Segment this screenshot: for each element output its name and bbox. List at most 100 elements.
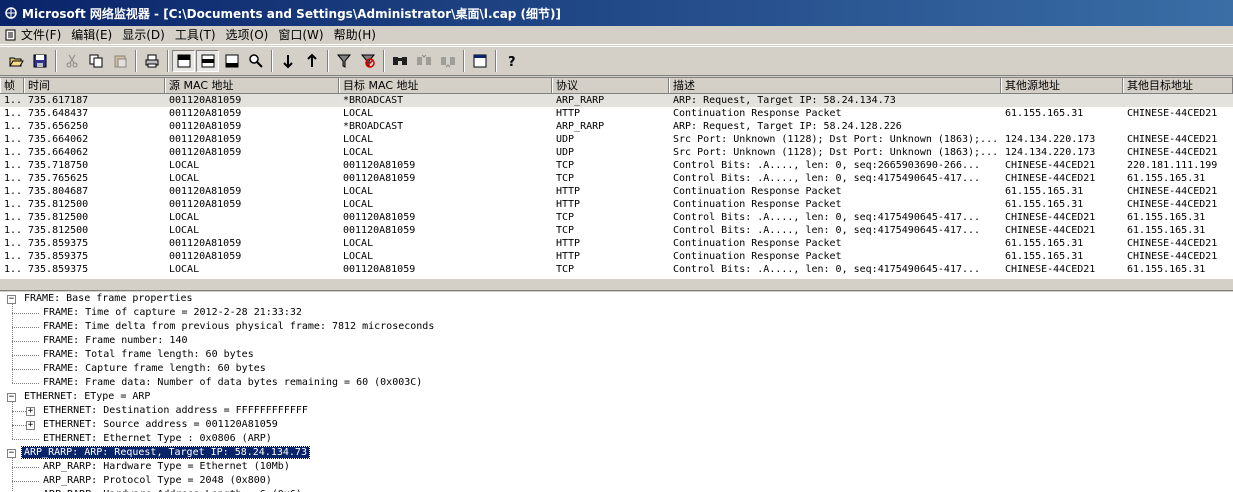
table-row[interactable]: 1.. 735.812500 LOCAL 001120A81059 TCP Control… <box>0 211 1233 224</box>
window-button[interactable] <box>468 50 491 72</box>
table-row[interactable]: 1.. 735.859375 001120A81059 LOCAL HTTP Contin… <box>0 237 1233 250</box>
tree-connector <box>12 411 26 412</box>
menu-item-6[interactable]: 帮助(H) <box>330 27 382 44</box>
menu-item-0[interactable]: 文件(F) <box>2 27 67 44</box>
frame-summary-grid: 帧时间源 MAC 地址 目标 MAC 地址 协议 描述 其他源地址 其他目标地址 1.. 7… <box>0 77 1233 279</box>
collapse-icon[interactable]: − <box>7 393 16 402</box>
tree-connector <box>12 369 39 370</box>
table-cell: 735.617187 <box>28 95 89 106</box>
column-header-5[interactable]: 描述 <box>669 78 1001 93</box>
table-cell: Src Port: Unknown (1128); Dst Port: Unkn… <box>673 147 999 158</box>
help-button[interactable]: ? <box>500 50 523 72</box>
table-row[interactable]: 1.. 735.617187 001120A81059 *BROADCAST ARP_R… <box>0 94 1233 107</box>
table-row[interactable]: 1.. 735.804687 001120A81059 LOCAL HTTP Contin… <box>0 185 1233 198</box>
tree-node[interactable]: FRAME: Time of capture = 2012-2-28 21:33… <box>41 306 304 320</box>
table-cell: 735.656250 <box>28 121 89 132</box>
prev-frame-button[interactable] <box>276 50 299 72</box>
table-cell <box>1001 120 1123 133</box>
menu-item-label: 帮助(H) <box>333 27 376 42</box>
table-cell: TCP <box>556 160 575 171</box>
filter-button[interactable] <box>332 50 355 72</box>
table-row[interactable]: 1.. 735.718750 LOCAL 001120A81059 TCP Control… <box>0 159 1233 172</box>
detail-pane-button[interactable] <box>196 50 219 72</box>
zoom-button[interactable] <box>244 50 267 72</box>
tree-node[interactable]: FRAME: Frame data: Number of data bytes … <box>41 376 424 390</box>
table-row[interactable]: 1.. 735.859375 001120A81059 LOCAL HTTP Contin… <box>0 250 1233 263</box>
table-cell: LOCAL <box>343 199 374 210</box>
table-row[interactable]: 1.. 735.664062 001120A81059 LOCAL UDP Src Por… <box>0 146 1233 159</box>
copy-button[interactable] <box>84 50 107 72</box>
menu-item-5[interactable]: 窗口(W) <box>274 27 329 44</box>
tree-node[interactable]: ARP_RARP: Hardware Address Length = 6 (0… <box>41 488 304 492</box>
print-button[interactable] <box>140 50 163 72</box>
menu-item-4[interactable]: 选项(O) <box>222 27 275 44</box>
tree-node[interactable]: ARP_RARP: Protocol Type = 2048 (0x800) <box>41 474 274 488</box>
column-header-6[interactable]: 其他源地址 <box>1001 78 1123 93</box>
menu-item-2[interactable]: 显示(D) <box>118 27 171 44</box>
column-header-4[interactable]: 协议 <box>552 78 669 93</box>
table-cell: 61.155.165.31 <box>1005 186 1084 197</box>
find-next-button[interactable] <box>436 50 459 72</box>
table-cell: 001120A81059 <box>169 134 242 145</box>
tree-node[interactable]: ETHERNET: Destination address = FFFFFFFF… <box>41 404 310 418</box>
hex-pane-button[interactable] <box>220 50 243 72</box>
next-frame-button[interactable] <box>300 50 323 72</box>
tree-node[interactable]: ETHERNET: Ethernet Type : 0x0806 (ARP) <box>41 432 274 446</box>
collapse-icon[interactable]: − <box>7 295 16 304</box>
svg-text:?: ? <box>508 55 516 69</box>
tree-node[interactable]: FRAME: Time delta from previous physical… <box>41 320 436 334</box>
tree-node-label: FRAME: Total frame length: 60 bytes <box>43 349 254 360</box>
cut-button[interactable] <box>60 50 83 72</box>
menu-item-3[interactable]: 工具(T) <box>171 27 222 44</box>
column-header-7[interactable]: 其他目标地址 <box>1123 78 1233 93</box>
tree-connector <box>12 327 39 328</box>
tree-node[interactable]: ARP_RARP: Hardware Type = Ethernet (10Mb… <box>41 460 292 474</box>
tree-node[interactable]: FRAME: Frame number: 140 <box>41 334 190 348</box>
collapse-icon[interactable]: − <box>7 449 16 458</box>
table-cell: Src Port: Unknown (1128); Dst Port: Unkn… <box>673 134 999 145</box>
tree-connector <box>12 313 39 314</box>
cut-icon <box>66 54 77 68</box>
tree-node-label: FRAME: Base frame properties <box>24 293 193 304</box>
table-cell: 124.134.220.173 <box>1005 147 1096 158</box>
summary-pane-button[interactable] <box>172 50 195 72</box>
save-icon <box>33 54 46 68</box>
open-icon <box>8 57 24 67</box>
column-header-3[interactable]: 目标 MAC 地址 <box>339 78 552 93</box>
table-row[interactable]: 1.. 735.812500 LOCAL 001120A81059 TCP Control… <box>0 224 1233 237</box>
table-cell: *BROADCAST <box>343 121 404 132</box>
tree-node[interactable]: ETHERNET: Source address = 001120A81059 <box>41 418 280 432</box>
tree-node[interactable]: FRAME: Base frame properties <box>22 292 195 306</box>
summary-pane-icon <box>177 54 190 68</box>
table-cell: 1.. <box>4 212 23 223</box>
tree-node[interactable]: FRAME: Capture frame length: 60 bytes <box>41 362 268 376</box>
tree-connector <box>12 341 39 342</box>
column-header-2[interactable]: 源 MAC 地址 <box>165 78 339 93</box>
table-cell: Continuation Response Packet <box>673 186 842 197</box>
tree-connector <box>12 425 26 426</box>
find-prev-button[interactable] <box>412 50 435 72</box>
table-row[interactable]: 1.. 735.656250 001120A81059 *BROADCAST ARP_R… <box>0 120 1233 133</box>
table-cell: Control Bits: .A...., len: 0, seq:266590… <box>673 160 981 171</box>
table-row[interactable]: 1.. 735.859375 LOCAL 001120A81059 TCP Control… <box>0 263 1233 276</box>
table-row[interactable]: 1.. 735.812500 001120A81059 LOCAL HTTP Contin… <box>0 198 1233 211</box>
table-row[interactable]: 1.. 735.648437 001120A81059 LOCAL HTTP Contin… <box>0 107 1233 120</box>
tree-node[interactable]: ARP_RARP: ARP: Request, Target IP: 58.24… <box>21 446 310 460</box>
column-header-1[interactable]: 时间 <box>24 78 165 93</box>
table-row[interactable]: 1.. 735.664062 001120A81059 LOCAL UDP Src Por… <box>0 133 1233 146</box>
save-button[interactable] <box>28 50 51 72</box>
paste-button[interactable] <box>108 50 131 72</box>
filter-off-button[interactable] <box>356 50 379 72</box>
open-button[interactable] <box>4 50 27 72</box>
table-row[interactable]: 1.. 735.765625 LOCAL 001120A81059 TCP Control… <box>0 172 1233 185</box>
expand-icon[interactable]: + <box>26 407 35 416</box>
tree-node[interactable]: FRAME: Total frame length: 60 bytes <box>41 348 256 362</box>
toolbar: ? <box>0 46 1233 76</box>
tree-node[interactable]: ETHERNET: EType = ARP <box>22 390 152 404</box>
expand-icon[interactable]: + <box>26 421 35 430</box>
menu-item-1[interactable]: 编辑(E) <box>67 27 118 44</box>
table-cell: 001120A81059 <box>169 238 242 249</box>
pane-splitter[interactable] <box>0 279 1233 291</box>
column-header-0[interactable]: 帧 <box>0 78 24 93</box>
find-button[interactable] <box>388 50 411 72</box>
